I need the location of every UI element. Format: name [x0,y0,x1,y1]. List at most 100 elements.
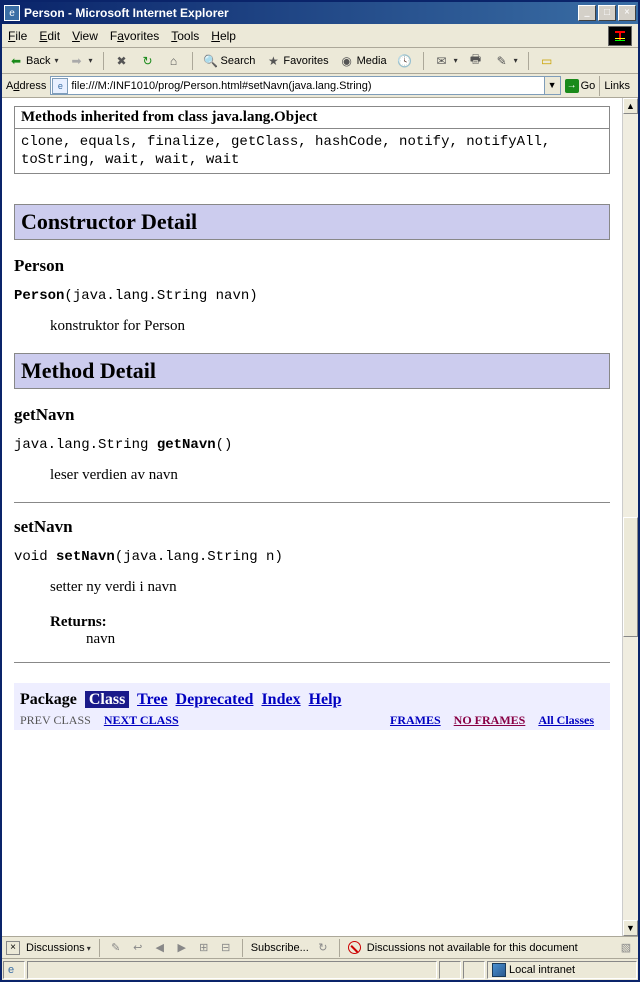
minimize-button[interactable]: _ [578,5,596,21]
favorites-button[interactable]: ★Favorites [263,52,330,70]
divider [14,662,610,663]
links-button[interactable]: Links [599,76,634,96]
toolbar: ⬅Back ➡ ✖ ↻ ⌂ 🔍Search ★Favorites ◉Media … [2,48,638,74]
menu-edit[interactable]: Edit [39,29,60,43]
address-label: Address [6,80,46,92]
discussions-status: Discussions not available for this docum… [367,942,578,954]
disc-prev-icon: ◀ [152,940,168,956]
address-bar: Address e ▼ →Go Links [2,74,638,98]
method-getnavn-description: leser verdien av navn [50,467,610,484]
nav-index[interactable]: Index [261,691,300,708]
disc-expand-icon: ⊞ [196,940,212,956]
constructor-detail-heading: Constructor Detail [14,204,610,240]
nav-all-classes[interactable]: All Classes [538,713,594,727]
menu-file[interactable]: File [8,29,27,43]
refresh-button[interactable]: ↻ [138,52,158,70]
discuss-button[interactable]: ▭ [537,52,557,70]
content-area: Methods inherited from class java.lang.O… [2,98,638,936]
nav-help[interactable]: Help [309,691,342,708]
disc-toggle-icon[interactable]: ▧ [618,940,634,956]
back-button[interactable]: ⬅Back [6,52,60,70]
returns-value: navn [86,631,610,648]
vertical-scrollbar[interactable]: ▲ ▼ [622,98,638,936]
disc-next-icon: ▶ [174,940,190,956]
inherited-methods-list: clone, equals, finalize, getClass, hashC… [15,129,609,173]
returns-label: Returns: [50,614,610,631]
maximize-button[interactable]: □ [598,5,616,21]
ie-logo-icon [608,26,632,46]
edit-button[interactable]: ✎ [492,52,520,70]
print-button[interactable]: 🖶 [466,52,486,70]
separator [339,939,340,957]
scroll-down-button[interactable]: ▼ [623,920,638,936]
discussions-bar: × Discussions ✎ ↩ ◀ ▶ ⊞ ⊟ Subscribe... ↻… [2,936,638,958]
document-body: Methods inherited from class java.lang.O… [2,98,622,936]
constructor-name: Person [14,256,610,276]
method-setnavn-signature: void setNavn(java.lang.String n) [14,549,610,565]
status-page-icon: e [3,961,25,979]
disc-reply-icon: ↩ [130,940,146,956]
address-input[interactable] [69,77,543,94]
page-icon: e [52,78,68,94]
stop-button[interactable]: ✖ [112,52,132,70]
disc-refresh-icon: ↻ [315,940,331,956]
address-field-wrap: e ▼ [50,76,560,95]
nav-deprecated[interactable]: Deprecated [176,691,254,708]
subscribe-button[interactable]: Subscribe... [251,942,309,954]
nav-tree[interactable]: Tree [137,691,168,708]
mail-button[interactable]: ✉ [432,52,460,70]
nav-package[interactable]: Package [20,691,77,708]
menu-favorites[interactable]: Favorites [110,29,159,43]
separator [242,939,243,957]
nav-noframes[interactable]: NO FRAMES [454,713,526,727]
inherited-methods-header: Methods inherited from class java.lang.O… [15,107,609,129]
media-button[interactable]: ◉Media [337,52,389,70]
address-dropdown-button[interactable]: ▼ [544,77,560,94]
status-cell [439,961,461,979]
app-icon: e [4,5,20,21]
disc-collapse-icon: ⊟ [218,940,234,956]
status-bar: e Local intranet [2,958,638,980]
separator [528,52,529,70]
status-cell [463,961,485,979]
separator [192,52,193,70]
menu-bar: File Edit View Favorites Tools Help [2,24,638,48]
scroll-up-button[interactable]: ▲ [623,98,638,114]
close-button[interactable]: × [618,5,636,21]
method-getnavn-signature: java.lang.String getNavn() [14,437,610,453]
history-button[interactable]: 🕓 [395,52,415,70]
status-text [27,961,437,979]
constructor-description: konstruktor for Person [50,318,610,335]
security-zone: Local intranet [487,961,637,979]
search-button[interactable]: 🔍Search [201,52,258,70]
constructor-signature: Person(java.lang.String navn) [14,288,610,304]
nav-class[interactable]: Class [85,691,129,708]
go-button[interactable]: →Go [565,79,596,93]
forward-button[interactable]: ➡ [66,52,94,70]
zone-icon [492,963,506,977]
menu-help[interactable]: Help [211,29,236,43]
window-title: Person - Microsoft Internet Explorer [24,6,578,20]
scroll-track[interactable] [623,114,638,920]
home-button[interactable]: ⌂ [164,52,184,70]
menu-tools[interactable]: Tools [171,29,199,43]
discussions-menu[interactable]: Discussions [26,942,91,954]
no-discussions-icon [348,941,361,954]
method-detail-heading: Method Detail [14,353,610,389]
inherited-methods-box: Methods inherited from class java.lang.O… [14,106,610,174]
nav-next-class[interactable]: NEXT CLASS [104,713,179,727]
divider [14,502,610,503]
separator [99,939,100,957]
method-setnavn-description: setter ny verdi i navn [50,579,610,596]
method-getnavn-name: getNavn [14,405,610,425]
separator [103,52,104,70]
nav-frames[interactable]: FRAMES [390,713,441,727]
disc-new-icon[interactable]: ✎ [108,940,124,956]
menu-view[interactable]: View [72,29,98,43]
javadoc-nav: Package Class Tree Deprecated Index Help… [14,683,610,730]
discussions-close-button[interactable]: × [6,941,20,955]
ie-window: e Person - Microsoft Internet Explorer _… [0,0,640,982]
scroll-thumb[interactable] [623,517,638,637]
nav-prev-class: PREV CLASS [20,713,91,727]
method-setnavn-name: setNavn [14,517,610,537]
